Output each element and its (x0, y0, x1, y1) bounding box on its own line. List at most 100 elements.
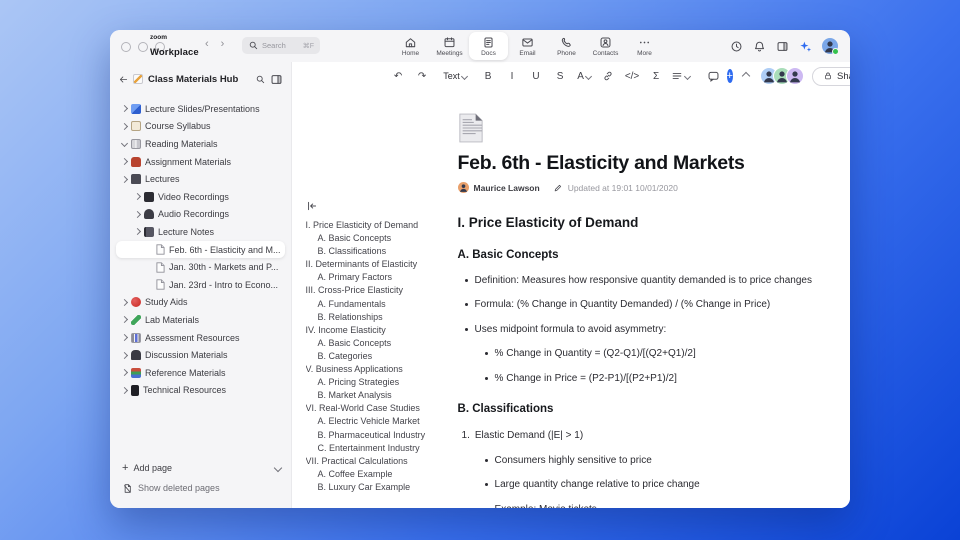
collaborator-avatar[interactable] (785, 67, 804, 85)
sidebar-item[interactable]: Reading Materials (116, 135, 285, 153)
sidebar-item[interactable]: Lecture Notes (116, 223, 285, 241)
toc-item[interactable]: B. Categories (306, 350, 438, 363)
toc-item[interactable]: A. Basic Concepts (306, 232, 438, 245)
insert-plus-button[interactable]: + (726, 69, 733, 83)
toc-item[interactable]: A. Primary Factors (306, 271, 438, 284)
toc-item[interactable]: B. Classifications (306, 245, 438, 258)
sidebar-item-label: Jan. 23rd - Intro to Econo... (169, 279, 279, 290)
sidebar-item[interactable]: Course Syllabus (116, 118, 285, 136)
sidebar-item[interactable]: Discussion Materials (116, 346, 285, 364)
chevron-down-icon[interactable] (120, 140, 129, 148)
sidebar-search-icon[interactable] (255, 74, 266, 85)
toc-item[interactable]: IV. Income Elasticity (306, 324, 438, 337)
sidebar-item[interactable]: Lectures (116, 170, 285, 188)
toc-item[interactable]: III. Cross-Price Elasticity (306, 284, 438, 297)
sidebar-item[interactable]: Video Recordings (116, 188, 285, 206)
toc-item[interactable]: A. Pricing Strategies (306, 376, 438, 389)
tab-home[interactable]: Home (391, 32, 430, 60)
toc-item[interactable]: V. Business Applications (306, 363, 438, 376)
document-title[interactable]: Feb. 6th - Elasticity and Markets (458, 152, 814, 174)
tab-more[interactable]: More (625, 32, 664, 60)
toc-collapse-icon[interactable] (306, 200, 438, 212)
chevron-right-icon[interactable] (120, 333, 129, 342)
toc-item[interactable]: VI. Real-World Case Studies (306, 402, 438, 415)
link-icon[interactable] (598, 67, 619, 85)
chevron-right-icon[interactable] (120, 351, 129, 359)
chevron-right-icon[interactable] (120, 175, 129, 183)
window-minimize-button[interactable] (138, 42, 148, 52)
collapse-toolbar-icon[interactable] (736, 67, 757, 85)
redo-button[interactable]: ↷ (412, 67, 433, 85)
sidebar-item[interactable]: Jan. 30th - Markets and P... (116, 258, 285, 276)
sidebar-item[interactable]: Lab Materials (116, 311, 285, 329)
formula-button[interactable]: Σ (646, 67, 667, 85)
sidebar-item[interactable]: Technical Resources (116, 382, 285, 400)
sidebar-item[interactable]: Jan. 23rd - Intro to Econo... (116, 276, 285, 294)
bold-button[interactable]: B (478, 67, 499, 85)
tab-contacts[interactable]: Contacts (586, 32, 625, 60)
chevron-right-icon[interactable] (120, 386, 129, 394)
chevron-right-icon[interactable] (120, 158, 129, 166)
share-button[interactable]: Share (811, 66, 850, 86)
chevron-right-icon[interactable] (120, 122, 129, 130)
toc-item[interactable]: I. Price Elasticity of Demand (306, 219, 438, 232)
window-close-button[interactable] (121, 42, 131, 52)
sidebar-back-icon[interactable] (118, 74, 129, 85)
alignment-dropdown[interactable] (670, 67, 691, 85)
sidebar-item[interactable]: Audio Recordings (116, 206, 285, 224)
text-color-dropdown[interactable]: A (574, 67, 595, 85)
nav-forward-button[interactable]: › (221, 38, 225, 50)
sidebar-item[interactable]: Assessment Resources (116, 329, 285, 347)
sidebar-item[interactable]: Reference Materials (116, 364, 285, 382)
notifications-bell-icon[interactable] (753, 40, 766, 53)
user-avatar[interactable] (822, 38, 839, 55)
sidebar-item[interactable]: Feb. 6th - Elasticity and M... (116, 240, 285, 259)
ai-companion-sparkle-icon[interactable] (799, 40, 812, 53)
tab-docs[interactable]: Docs (469, 32, 508, 60)
comment-icon[interactable] (703, 67, 724, 85)
italic-button[interactable]: I (502, 67, 523, 85)
toc-item[interactable]: II. Determinants of Elasticity (306, 258, 438, 271)
sidebar-item-label: Lab Materials (145, 314, 200, 325)
tab-phone[interactable]: Phone (547, 32, 586, 60)
toc-item[interactable]: B. Market Analysis (306, 389, 438, 402)
chevron-right-icon[interactable] (133, 210, 142, 218)
chevron-right-icon[interactable] (120, 316, 129, 324)
sidebar-item[interactable]: Study Aids (116, 294, 285, 312)
global-search-input[interactable]: Search ⌘F (242, 37, 320, 54)
tab-meetings[interactable]: Meetings (430, 32, 469, 60)
toc-item[interactable]: A. Coffee Example (306, 468, 438, 481)
show-deleted-pages-button[interactable]: Show deleted pages (122, 478, 281, 498)
toc-item[interactable]: C. Entertainment Industry (306, 442, 438, 455)
history-icon[interactable] (730, 40, 743, 53)
code-button[interactable]: </> (622, 67, 643, 85)
toc-item[interactable]: A. Basic Concepts (306, 337, 438, 350)
toc-item[interactable]: A. Fundamentals (306, 298, 438, 311)
document-editor[interactable]: Feb. 6th - Elasticity and Markets Mauric… (442, 90, 850, 508)
undo-button[interactable]: ↶ (388, 67, 409, 85)
toc-item[interactable]: B. Relationships (306, 311, 438, 324)
tab-email[interactable]: Email (508, 32, 547, 60)
toc-item[interactable]: A. Electric Vehicle Market (306, 415, 438, 428)
chevron-right-icon[interactable] (120, 105, 129, 113)
sidebar-panel-icon[interactable] (270, 73, 283, 86)
chevron-right-icon[interactable] (133, 228, 142, 236)
chevron-right-icon[interactable] (120, 369, 129, 377)
add-page-button[interactable]: + Add page (122, 458, 282, 478)
chevron-down-icon[interactable] (273, 463, 282, 473)
sidebar-item[interactable]: Assignment Materials (116, 153, 285, 171)
text-style-dropdown[interactable]: Text (443, 67, 468, 85)
toc-item[interactable]: B. Pharmaceutical Industry (306, 429, 438, 442)
doc-text: Formula: (% Change in Quantity Demanded)… (474, 299, 771, 311)
toc-item[interactable]: B. Luxury Car Example (306, 481, 438, 494)
chevron-right-icon[interactable] (133, 193, 142, 201)
sidebar-item[interactable]: Lecture Slides/Presentations (116, 100, 285, 118)
zoom-workplace-logo: zoom Workplace (150, 34, 199, 59)
strikethrough-button[interactable]: S (550, 67, 571, 85)
toc-item[interactable]: VII. Practical Calculations (306, 455, 438, 468)
nav-back-button[interactable]: ‹ (205, 38, 209, 50)
panel-toggle-icon[interactable] (776, 40, 789, 53)
underline-button[interactable]: U (526, 67, 547, 85)
page-icon (156, 262, 165, 273)
chevron-right-icon[interactable] (120, 298, 129, 306)
